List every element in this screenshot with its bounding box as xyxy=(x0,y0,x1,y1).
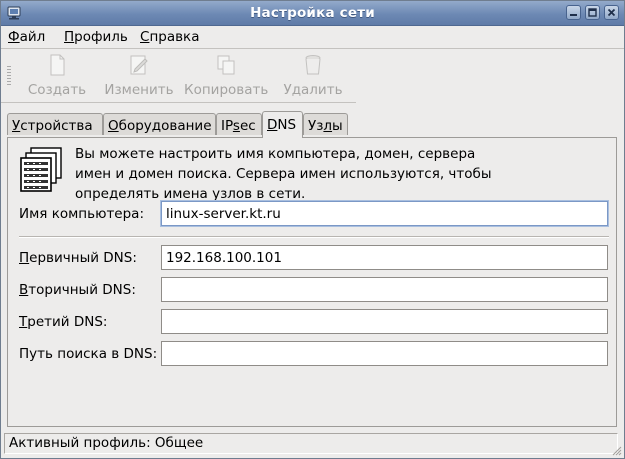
menu-help[interactable]: Справка xyxy=(140,29,200,45)
maximize-button[interactable] xyxy=(585,5,600,20)
copy-icon xyxy=(217,55,235,75)
tab-devices-rest: стройства xyxy=(20,118,93,134)
delete-button-label: Удалить xyxy=(283,82,343,98)
tab-hardware-rest: борудование xyxy=(118,118,212,134)
delete-button[interactable]: Удалить xyxy=(271,54,355,98)
tertiary-dns-input[interactable] xyxy=(161,309,608,334)
tab-ipsec[interactable]: IPsec xyxy=(216,113,262,135)
dns-info-text: Вы можете настроить имя компьютера, доме… xyxy=(75,144,495,204)
toolbar: Создать Изменить Копировать Удалить xyxy=(1,50,356,100)
dns-info-line: Вы можете настроить имя компьютера, доме… xyxy=(75,146,476,162)
maximize-icon xyxy=(588,8,597,17)
hostname-input[interactable] xyxy=(161,201,608,226)
tab-hardware[interactable]: Оборудование xyxy=(103,113,216,135)
status-text: Активный профиль: Общее xyxy=(9,435,204,451)
dns-servers-icon xyxy=(20,147,62,192)
tab-devices[interactable]: Устройства xyxy=(7,113,103,135)
close-icon xyxy=(607,8,616,17)
secondary-dns-label-rest: торичный DNS: xyxy=(28,282,136,298)
secondary-dns-input[interactable] xyxy=(161,277,608,302)
edit-button[interactable]: Изменить xyxy=(97,54,181,98)
secondary-dns-label: Вторичный DNS: xyxy=(19,282,136,298)
new-button-label: Создать xyxy=(27,82,87,98)
resize-grip-icon[interactable] xyxy=(610,444,622,456)
status-bar: Активный профиль: Общее xyxy=(4,433,618,454)
minimize-button[interactable] xyxy=(566,5,581,20)
menu-file[interactable]: Файл xyxy=(8,29,45,45)
tertiary-dns-label: Третий DNS: xyxy=(19,314,108,330)
tab-hosts[interactable]: Узлы xyxy=(303,113,348,135)
copy-button-label: Копировать xyxy=(184,82,269,98)
menu-profile[interactable]: Профиль xyxy=(64,29,128,45)
network-config-window: Настройка сети Файл Профиль Справка Созд… xyxy=(0,0,625,459)
menu-profile-rest: рофиль xyxy=(74,29,128,45)
dns-tab-panel: Вы можете настроить имя компьютера, доме… xyxy=(7,137,617,427)
primary-dns-label-rest: ервичный DNS: xyxy=(29,250,137,266)
dns-search-path-label: Путь поиска в DNS: xyxy=(19,346,158,362)
primary-dns-input[interactable] xyxy=(161,245,608,270)
menu-file-rest: айл xyxy=(19,29,46,45)
new-button[interactable]: Создать xyxy=(15,54,99,98)
edit-properties-icon xyxy=(130,55,148,75)
hostname-label: Имя компьютера: xyxy=(19,206,145,222)
menu-bar: Файл Профиль Справка xyxy=(1,26,624,48)
dns-info-line: имен и домен поиска. Сервера имен исполь… xyxy=(75,166,492,182)
tab-dns[interactable]: DNS xyxy=(262,111,303,138)
tab-hosts-rest: ы xyxy=(332,118,343,134)
menu-separator xyxy=(1,48,624,49)
close-button[interactable] xyxy=(604,5,619,20)
new-document-icon xyxy=(50,54,65,76)
toolbar-grip-handle[interactable] xyxy=(7,66,11,86)
tab-ipsec-rest: ec xyxy=(239,118,256,134)
title-bar[interactable]: Настройка сети xyxy=(1,1,624,26)
tertiary-dns-label-rest: ретий DNS: xyxy=(27,314,108,330)
dns-search-path-input[interactable] xyxy=(161,341,608,366)
menu-help-rest: правка xyxy=(149,29,200,45)
toolbar-separator xyxy=(1,102,356,103)
minimize-icon xyxy=(570,14,577,16)
trash-icon xyxy=(305,55,321,75)
section-separator xyxy=(19,236,609,238)
window-title: Настройка сети xyxy=(250,5,375,21)
tab-dns-rest: NS xyxy=(277,117,297,133)
edit-button-label: Изменить xyxy=(104,82,174,98)
primary-dns-label: Первичный DNS: xyxy=(19,250,137,266)
copy-button[interactable]: Копировать xyxy=(184,54,269,98)
